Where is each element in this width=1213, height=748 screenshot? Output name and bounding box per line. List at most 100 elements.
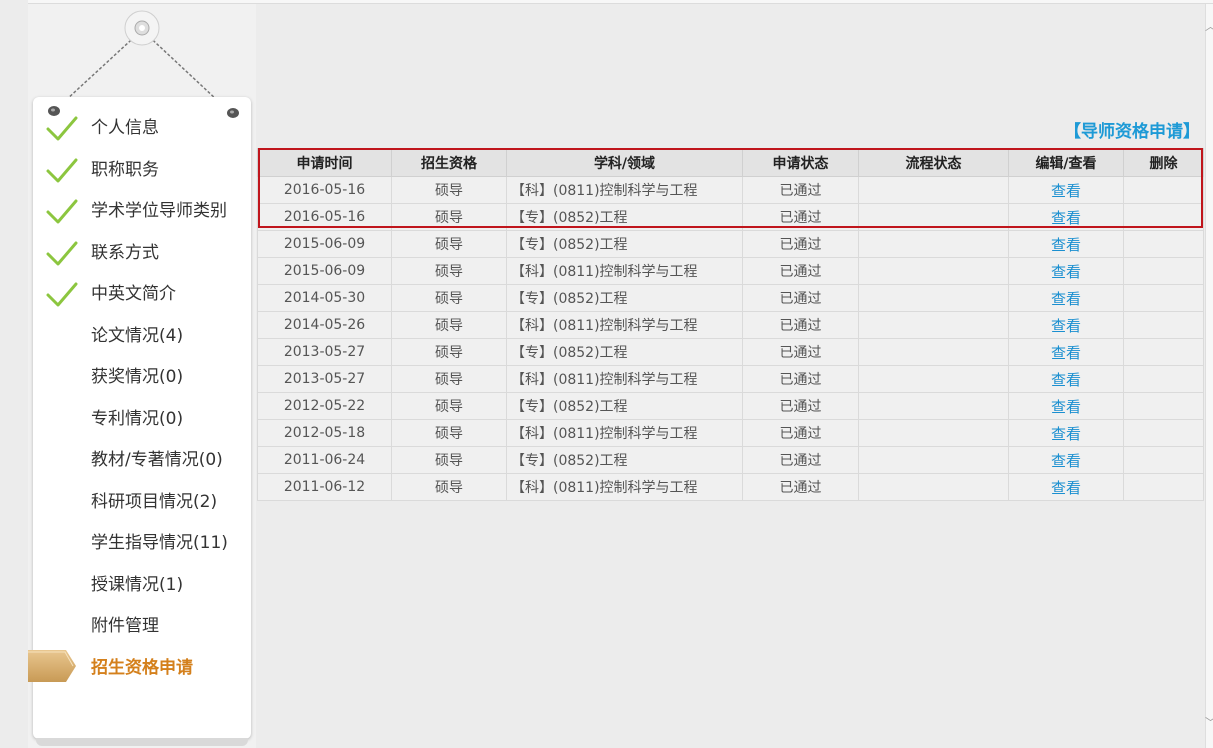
cell-flow-status	[858, 392, 1009, 420]
application-table: 申请时间 招生资格 学科/领域 申请状态 流程状态 编辑/查看 删除 2016-…	[257, 148, 1204, 501]
view-link[interactable]: 查看	[1051, 371, 1081, 389]
sidebar-item-label: 中英文简介	[91, 284, 176, 304]
scrollbar[interactable]	[1205, 4, 1213, 748]
cell-apply-status: 已通过	[742, 419, 859, 447]
cell-delete	[1123, 230, 1204, 258]
cell-subject: 【专】(0852)工程	[506, 446, 743, 474]
view-link[interactable]: 查看	[1051, 425, 1081, 443]
cell-qualification: 硕导	[391, 365, 507, 393]
cell-subject: 【科】(0811)控制科学与工程	[506, 365, 743, 393]
scroll-down-icon[interactable]: ﹀	[1205, 717, 1213, 728]
cell-apply-status: 已通过	[742, 203, 859, 231]
cell-delete	[1123, 257, 1204, 285]
sidebar-item[interactable]: 学生指导情况(11)	[33, 523, 251, 565]
sidebar-item[interactable]: 论文情况(4)	[33, 316, 251, 358]
table-row: 2011-06-24 硕导 【专】(0852)工程 已通过 查看	[257, 446, 1204, 474]
cell-edit-view: 查看	[1008, 419, 1124, 447]
sidebar-item[interactable]: 学术学位导师类别	[33, 191, 251, 233]
sidebar-item[interactable]: 中英文简介	[33, 274, 251, 316]
view-link[interactable]: 查看	[1051, 290, 1081, 308]
left-strip	[0, 0, 28, 748]
cell-flow-status	[858, 365, 1009, 393]
cell-flow-status	[858, 311, 1009, 339]
view-link[interactable]: 查看	[1051, 263, 1081, 281]
view-link[interactable]: 查看	[1051, 317, 1081, 335]
table-header-row: 申请时间 招生资格 学科/领域 申请状态 流程状态 编辑/查看 删除	[257, 148, 1204, 177]
cell-qualification: 硕导	[391, 284, 507, 312]
cell-delete	[1123, 473, 1204, 501]
cell-edit-view: 查看	[1008, 446, 1124, 474]
view-link[interactable]: 查看	[1051, 236, 1081, 254]
cell-flow-status	[858, 257, 1009, 285]
sidebar-item[interactable]: 授课情况(1)	[33, 565, 251, 607]
view-link[interactable]: 查看	[1051, 452, 1081, 470]
view-link[interactable]: 查看	[1051, 398, 1081, 416]
sidebar-item-label: 学生指导情况(11)	[91, 533, 228, 553]
sidebar-item-label: 个人信息	[91, 118, 159, 138]
cell-qualification: 硕导	[391, 203, 507, 231]
scroll-up-icon[interactable]: ︿	[1205, 21, 1213, 32]
cell-apply-status: 已通过	[742, 392, 859, 420]
sidebar-item[interactable]: 专利情况(0)	[33, 399, 251, 441]
cell-flow-status	[858, 230, 1009, 258]
checkmark-icon	[46, 282, 78, 307]
sidebar-item-label: 联系方式	[91, 242, 159, 263]
cell-apply-time: 2012-05-22	[257, 392, 392, 420]
sidebar-item-label: 职称职务	[91, 159, 159, 180]
view-link[interactable]: 查看	[1051, 209, 1081, 227]
header-subject: 学科/领域	[506, 148, 743, 177]
sidebar-item-label: 授课情况(1)	[91, 574, 184, 595]
cell-apply-status: 已通过	[742, 338, 859, 366]
table-row: 2012-05-22 硕导 【专】(0852)工程 已通过 查看	[257, 392, 1204, 420]
cell-edit-view: 查看	[1008, 230, 1124, 258]
cell-apply-status: 已通过	[742, 284, 859, 312]
cell-flow-status	[858, 203, 1009, 231]
cell-edit-view: 查看	[1008, 311, 1124, 339]
cell-delete	[1123, 311, 1204, 339]
view-link[interactable]: 查看	[1051, 344, 1081, 362]
cell-apply-time: 2012-05-18	[257, 419, 392, 447]
sidebar-item-label: 科研项目情况(2)	[91, 491, 218, 512]
header-edit-view: 编辑/查看	[1008, 148, 1124, 177]
cell-subject: 【科】(0811)控制科学与工程	[506, 311, 743, 339]
sidebar-item-label: 获奖情况(0)	[91, 367, 184, 387]
cell-edit-view: 查看	[1008, 257, 1124, 285]
sidebar-item[interactable]: 科研项目情况(2)	[33, 482, 251, 524]
cell-subject: 【科】(0811)控制科学与工程	[506, 473, 743, 501]
header-delete: 删除	[1123, 148, 1204, 177]
sidebar-menu: 个人信息职称职务学术学位导师类别联系方式中英文简介论文情况(4) 获奖情况(0) 专…	[33, 108, 251, 689]
sidebar-item-label: 附件管理	[91, 616, 159, 636]
cell-qualification: 硕导	[391, 392, 507, 420]
cell-subject: 【专】(0852)工程	[506, 203, 743, 231]
cell-delete	[1123, 446, 1204, 474]
table-row: 2014-05-26 硕导 【科】(0811)控制科学与工程 已通过 查看	[257, 311, 1204, 339]
cell-delete	[1123, 338, 1204, 366]
cell-apply-time: 2014-05-26	[257, 311, 392, 339]
cell-edit-view: 查看	[1008, 473, 1124, 501]
sidebar-item[interactable]: 附件管理	[33, 606, 251, 648]
table-row: 2014-05-30 硕导 【专】(0852)工程 已通过 查看	[257, 284, 1204, 312]
cell-subject: 【科】(0811)控制科学与工程	[506, 257, 743, 285]
cell-qualification: 硕导	[391, 446, 507, 474]
cell-flow-status	[858, 176, 1009, 204]
sidebar-item[interactable]: 联系方式	[33, 233, 251, 275]
cell-qualification: 硕导	[391, 257, 507, 285]
sidebar-item[interactable]: 教材/专著情况(0)	[33, 440, 251, 482]
cell-qualification: 硕导	[391, 338, 507, 366]
view-link[interactable]: 查看	[1051, 479, 1081, 497]
sidebar-item-label: 论文情况(4)	[91, 325, 184, 346]
cell-apply-time: 2015-06-09	[257, 257, 392, 285]
cell-delete	[1123, 284, 1204, 312]
cell-qualification: 硕导	[391, 311, 507, 339]
sidebar-item[interactable]: 个人信息	[33, 108, 251, 150]
table-row: 2013-05-27 硕导 【专】(0852)工程 已通过 查看	[257, 338, 1204, 366]
sidebar-item[interactable]: 职称职务	[33, 150, 251, 192]
cell-apply-time: 2015-06-09	[257, 230, 392, 258]
sidebar-item[interactable]: 获奖情况(0)	[33, 357, 251, 399]
cell-subject: 【科】(0811)控制科学与工程	[506, 419, 743, 447]
sidebar-item[interactable]: 招生资格申请	[33, 648, 251, 690]
view-link[interactable]: 查看	[1051, 182, 1081, 200]
cell-apply-time: 2011-06-24	[257, 446, 392, 474]
cell-subject: 【科】(0811)控制科学与工程	[506, 176, 743, 204]
cell-edit-view: 查看	[1008, 203, 1124, 231]
